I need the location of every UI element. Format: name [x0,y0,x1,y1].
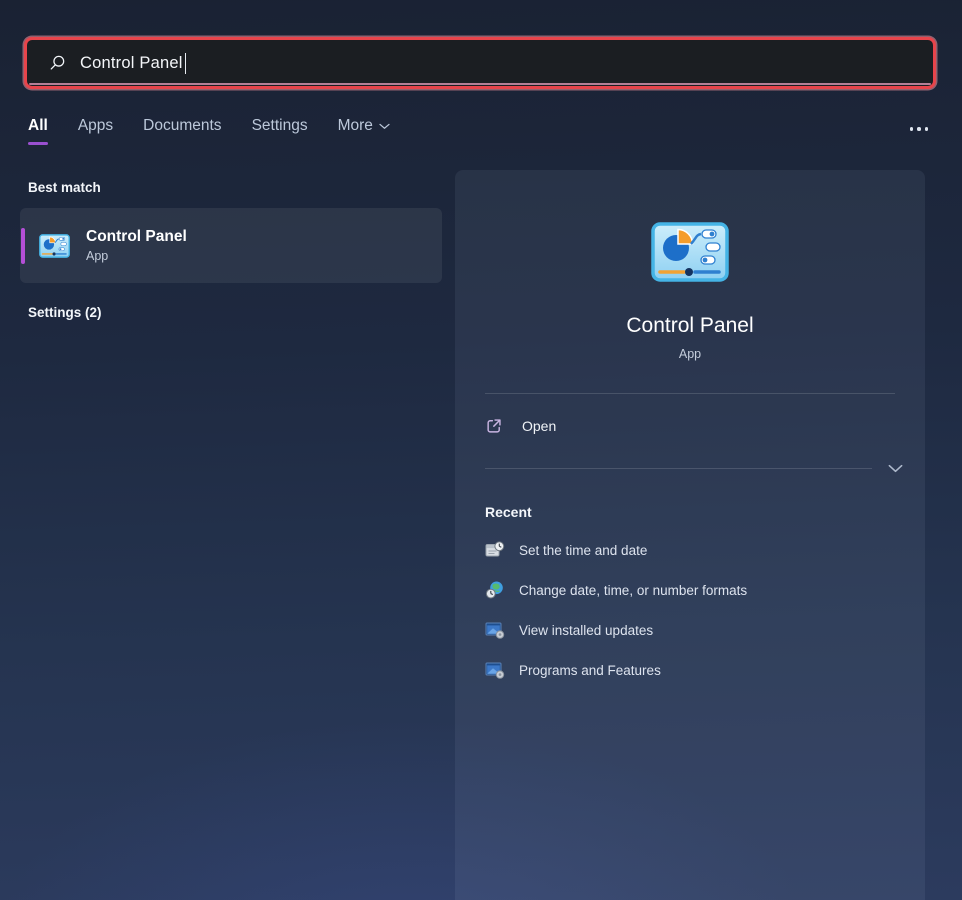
text-cursor [185,53,187,74]
best-match-subtitle: App [86,249,187,263]
expander-divider [455,458,925,478]
globe-clock-icon [485,580,505,600]
best-match-header: Best match [28,180,442,195]
preview-title: Control Panel [455,314,925,338]
recent-header: Recent [485,504,925,520]
recent-item-label: Change date, time, or number formats [519,583,747,598]
recent-item-label: Set the time and date [519,543,647,558]
best-match-title: Control Panel [86,228,187,246]
tab-documents-label: Documents [143,117,221,135]
calendar-clock-icon [485,540,505,560]
chevron-down-icon [379,123,390,130]
ellipsis-icon [910,127,914,131]
tab-more-label: More [338,117,373,135]
tab-documents[interactable]: Documents [143,117,221,145]
control-panel-icon-large [651,222,729,282]
recent-item-label: View installed updates [519,623,653,638]
recent-item-label: Programs and Features [519,663,661,678]
recent-item-set-time-date[interactable]: Set the time and date [455,530,925,570]
search-icon [48,54,66,72]
recent-list: Set the time and date Change date, time,… [455,530,925,690]
recent-item-programs-and-features[interactable]: Programs and Features [455,650,925,690]
tab-settings[interactable]: Settings [252,117,308,145]
active-tab-underline [28,142,48,145]
selection-accent-bar [21,228,25,264]
tab-apps[interactable]: Apps [78,117,113,145]
best-match-result-control-panel[interactable]: Control Panel App [20,208,442,283]
search-input-value[interactable]: Control Panel [80,54,183,73]
chevron-down-icon[interactable] [886,462,905,475]
recent-item-view-installed-updates[interactable]: View installed updates [455,610,925,650]
tab-all-label: All [28,117,48,135]
tab-more[interactable]: More [338,117,390,145]
best-match-text: Control Panel App [86,228,187,263]
programs-features-icon [485,660,505,680]
open-label: Open [522,418,556,434]
divider-line [485,468,872,469]
installed-updates-icon [485,620,505,640]
tab-settings-label: Settings [252,117,308,135]
tab-apps-label: Apps [78,117,113,135]
search-results-list: Best match [20,172,442,320]
preview-pane: Control Panel App Open Recent [455,170,925,900]
control-panel-icon [39,234,70,258]
launch-icon [485,417,503,435]
search-filter-tabs: All Apps Documents Settings More [28,117,934,157]
preview-subtitle: App [455,347,925,361]
tab-all[interactable]: All [28,117,48,145]
recent-item-change-formats[interactable]: Change date, time, or number formats [455,570,925,610]
more-options-button[interactable] [910,117,935,131]
search-box[interactable]: Control Panel [24,37,936,89]
open-action[interactable]: Open [455,394,925,458]
settings-section-header: Settings (2) [28,305,442,320]
